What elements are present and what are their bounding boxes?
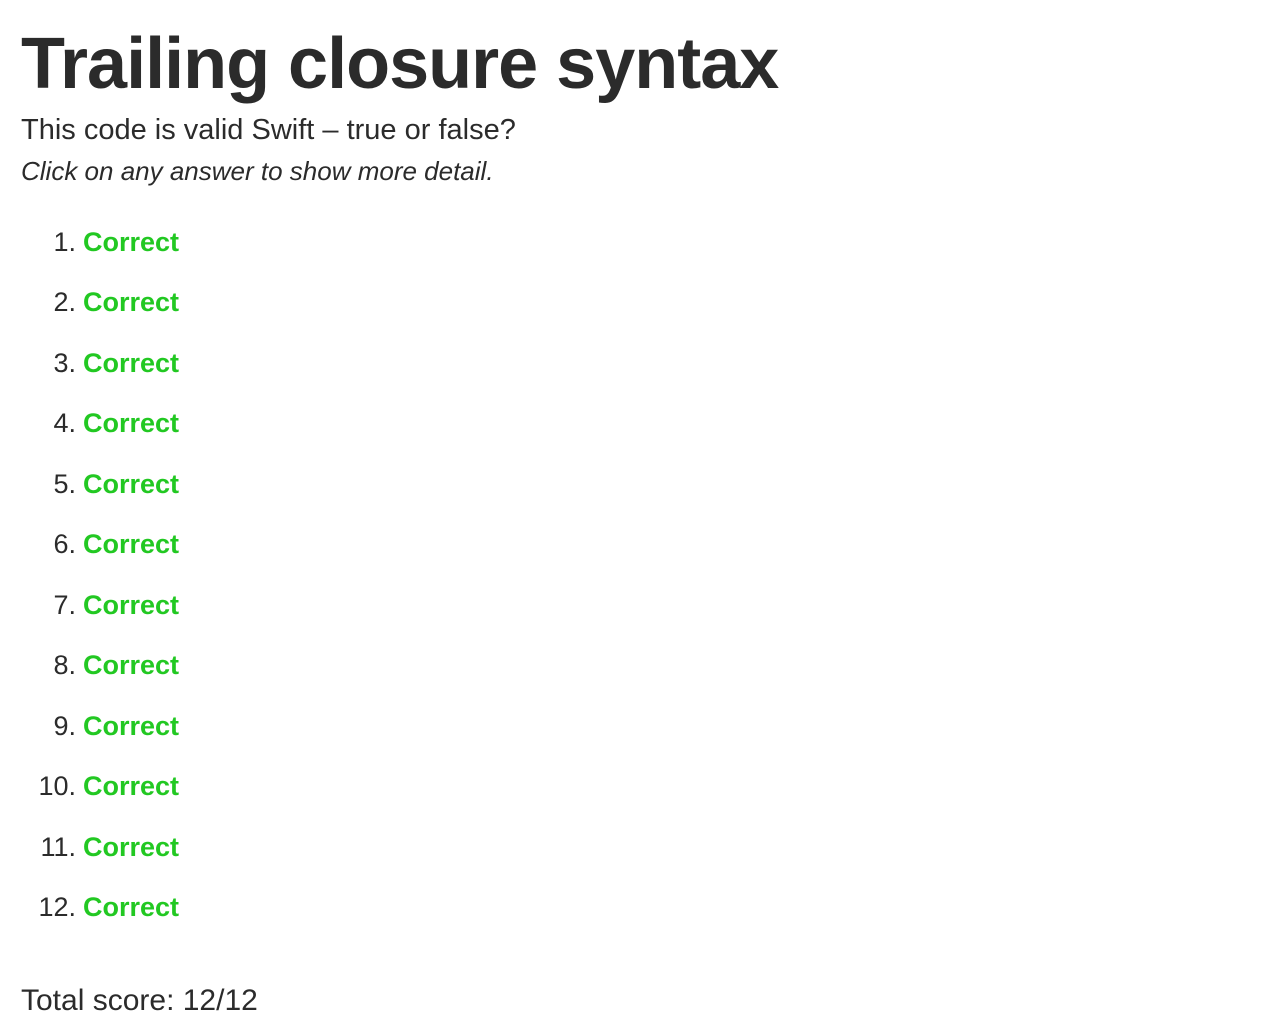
answer-item: 7. Correct <box>21 575 1280 636</box>
answer-result-link[interactable]: Correct <box>83 771 179 802</box>
answer-result-link[interactable]: Correct <box>83 892 179 923</box>
answer-item: 6. Correct <box>21 515 1280 576</box>
answer-result-link[interactable]: Correct <box>83 348 179 379</box>
answer-number: 8. <box>53 650 76 681</box>
answer-number: 9. <box>53 710 76 741</box>
answer-number: 7. <box>53 589 76 620</box>
answer-result-link[interactable]: Correct <box>83 650 179 681</box>
answer-number: 10. <box>38 771 76 802</box>
answer-result-link[interactable]: Correct <box>83 408 179 439</box>
answer-item: 5. Correct <box>21 454 1280 515</box>
answer-result-link[interactable]: Correct <box>83 711 179 742</box>
answer-result-link[interactable]: Correct <box>83 469 179 500</box>
answer-number: 11. <box>40 831 76 862</box>
page-title: Trailing closure syntax <box>21 24 779 104</box>
answer-item: 1. Correct <box>21 212 1280 273</box>
answer-number: 12. <box>38 892 76 923</box>
answer-result-link[interactable]: Correct <box>83 832 179 863</box>
answer-item: 9. Correct <box>21 696 1280 757</box>
answer-result-link[interactable]: Correct <box>83 590 179 621</box>
answer-item: 12. Correct <box>21 878 1280 939</box>
answer-number: 2. <box>53 287 76 318</box>
answer-list: 1. Correct 2. Correct 3. Correct 4. Corr… <box>21 212 1280 938</box>
answer-number: 3. <box>53 347 76 378</box>
total-score: Total score: 12/12 <box>21 984 258 1017</box>
answer-number: 4. <box>53 408 76 439</box>
answer-result-link[interactable]: Correct <box>83 529 179 560</box>
answer-item: 11. Correct <box>21 817 1280 878</box>
answer-number: 1. <box>53 226 76 257</box>
answer-item: 2. Correct <box>21 273 1280 334</box>
answer-number: 5. <box>53 468 76 499</box>
quiz-results-page: Trailing closure syntax This code is val… <box>0 0 1280 1017</box>
answer-result-link[interactable]: Correct <box>83 287 179 318</box>
answer-item: 3. Correct <box>21 333 1280 394</box>
answer-item: 4. Correct <box>21 394 1280 455</box>
question-text: This code is valid Swift – true or false… <box>21 114 516 146</box>
hint-text: Click on any answer to show more detail. <box>21 156 494 186</box>
answer-item: 8. Correct <box>21 636 1280 697</box>
answer-result-link[interactable]: Correct <box>83 227 179 258</box>
answer-number: 6. <box>53 529 76 560</box>
answer-item: 10. Correct <box>21 757 1280 818</box>
